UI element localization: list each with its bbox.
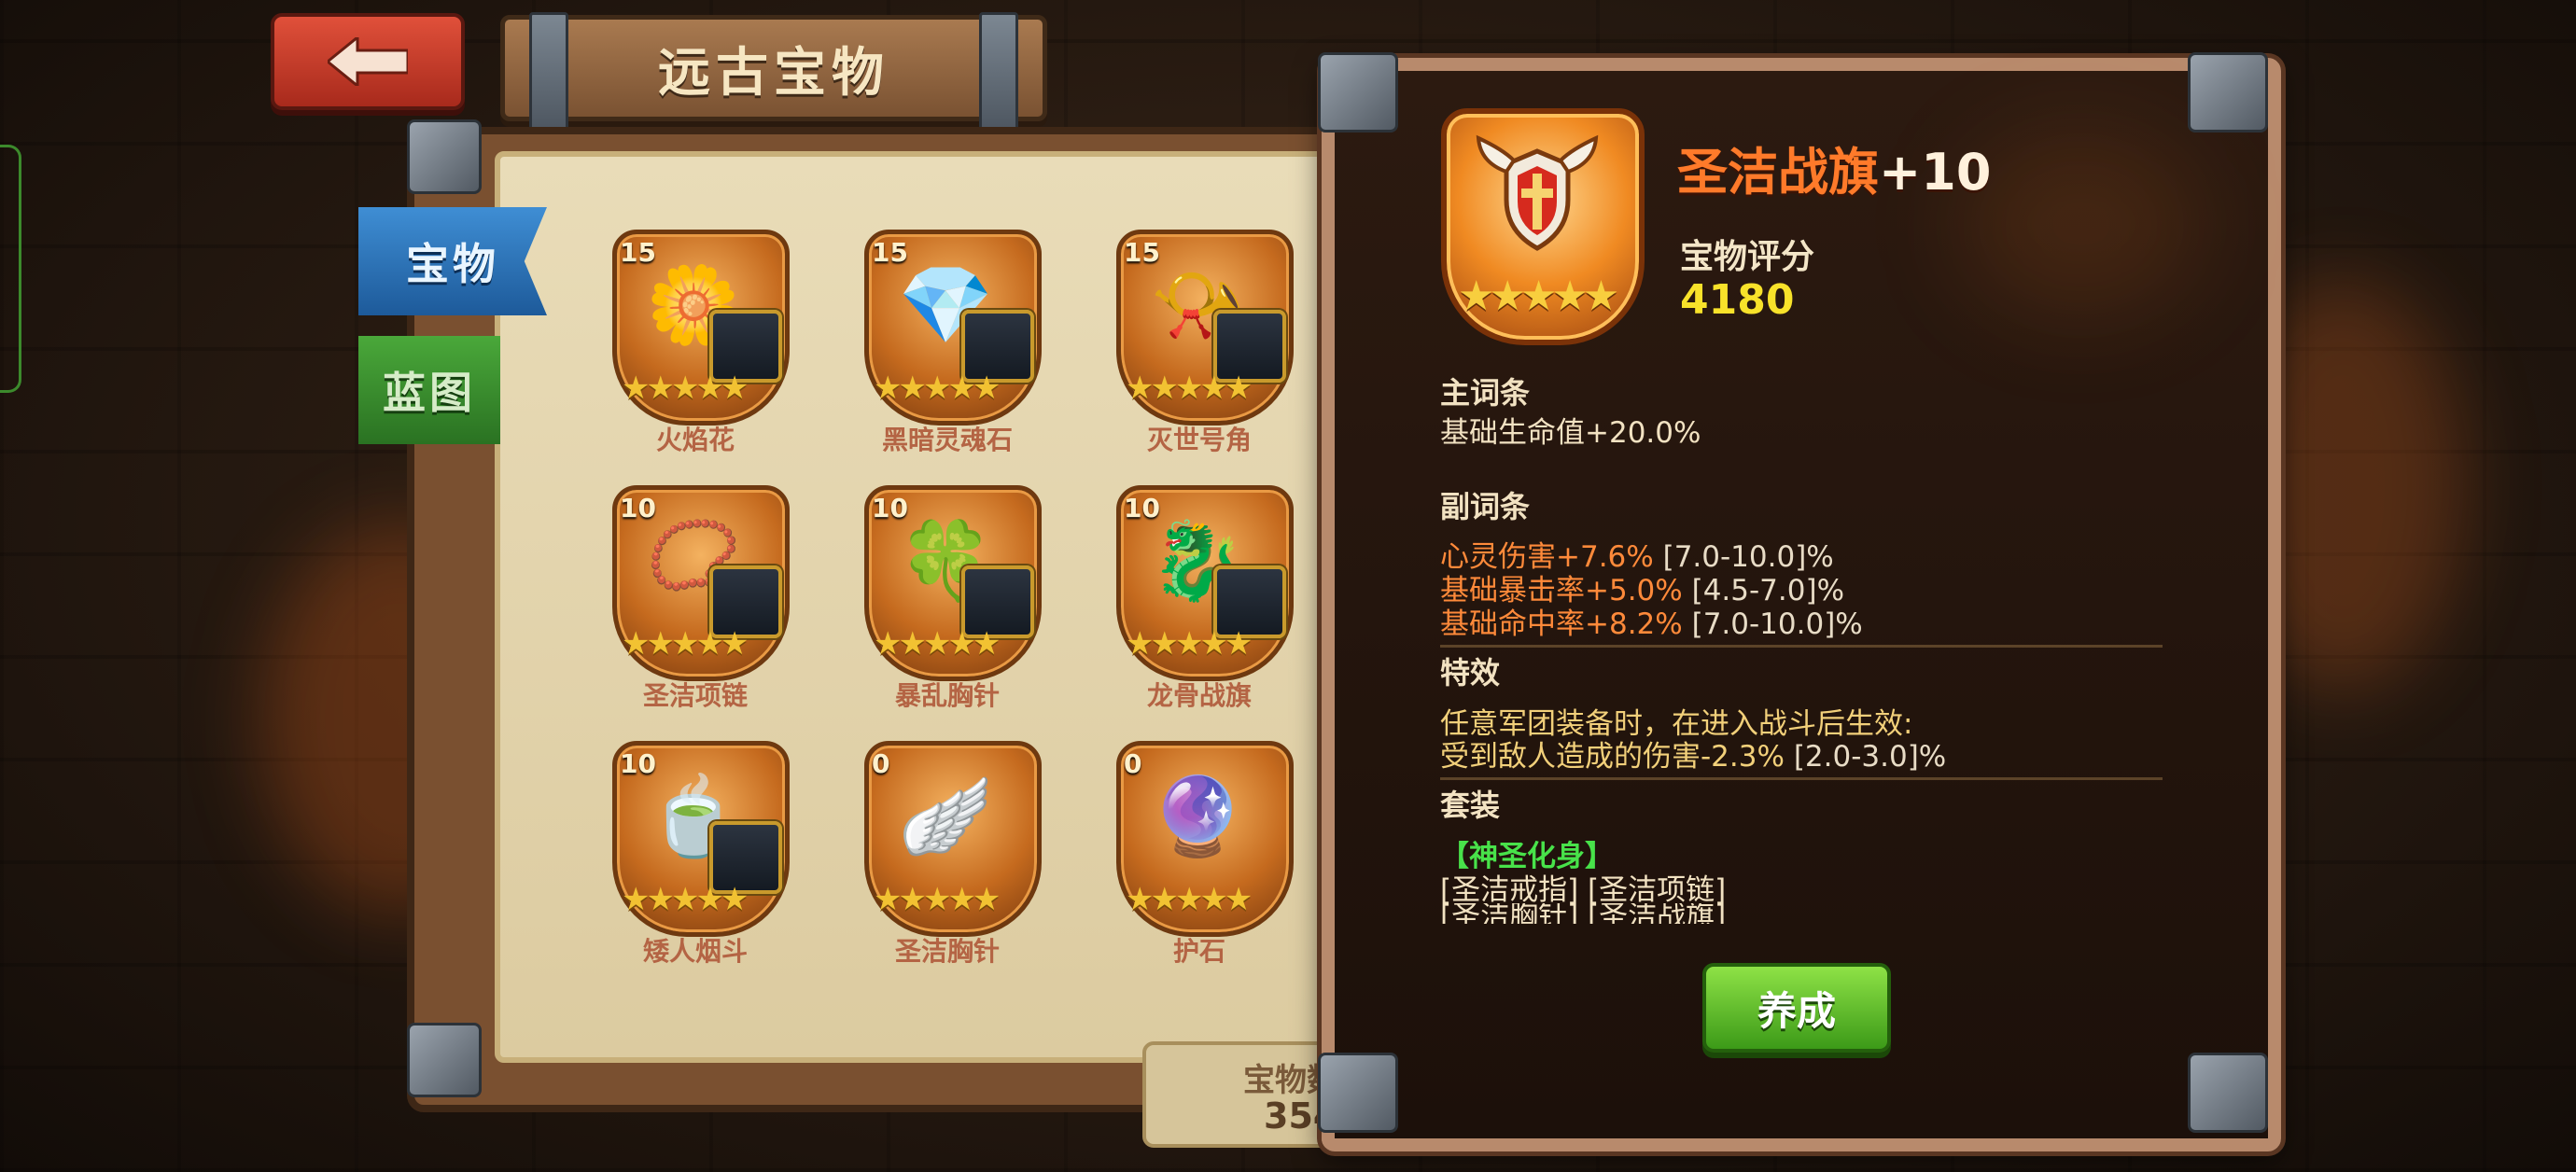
left-side-panel-edge (0, 145, 21, 393)
set-items: [圣洁胸针] [圣洁战旗] (1440, 903, 1727, 924)
item-title-name: 圣洁战旗 (1677, 143, 1879, 202)
star-rating-icon: ★★★★★ (622, 881, 749, 918)
treasure-item-flame-flower[interactable]: 15 🌼 ★★★★★ 火焰花 (607, 230, 793, 491)
frame-corner-icon (407, 119, 482, 194)
star-rating-icon: ★★★★★ (1126, 625, 1253, 663)
frame-corner-icon (407, 1023, 482, 1097)
star-rating-icon: ★★★★★ (622, 625, 749, 663)
effect-line: 受到敌人造成的伤害-2.3% [2.0-3.0]% (1440, 732, 1946, 774)
sub-attr-range: [7.0-10.0]% (1691, 607, 1863, 641)
sub-attr-heading: 副词条 (1440, 489, 1531, 524)
tab-blueprint[interactable]: 蓝图 (358, 336, 500, 444)
treasure-item-dragonbone-banner[interactable]: 10 🐉 ★★★★★ 龙骨战旗 (1111, 485, 1297, 746)
back-button[interactable] (271, 13, 465, 110)
metal-bracket-icon (979, 12, 1018, 133)
main-attr-value: 基础生命值+20.0% (1440, 416, 1701, 450)
panel-glow (1960, 131, 2203, 317)
sub-attr-value: 基础命中率+8.2% (1440, 607, 1683, 641)
treasure-item-holy-necklace[interactable]: 10 📿 ★★★★★ 圣洁项链 (607, 485, 793, 746)
star-rating-icon: ★★★★★ (874, 625, 1001, 663)
item-name: 护石 (1172, 936, 1225, 967)
effect-value: 受到敌人造成的伤害-2.3% (1440, 740, 1785, 774)
item-name: 矮人烟斗 (642, 936, 748, 967)
effect-heading: 特效 (1440, 655, 1501, 691)
star-rating-icon: ★★★★★ (1126, 881, 1253, 918)
title-banner: 远古宝物 (500, 12, 1047, 133)
metal-bracket-icon (529, 12, 568, 133)
page-title: 远古宝物 (658, 42, 889, 104)
cultivate-button[interactable]: 养成 (1702, 963, 1891, 1053)
treasure-item-dark-soul-stone[interactable]: 15 💎 ★★★★★ 黑暗灵魂石 (859, 230, 1045, 491)
star-rating-icon: ★★★★★ (874, 881, 1001, 918)
frame-corner-icon (1318, 1053, 1398, 1133)
item-name: 龙骨战旗 (1146, 680, 1252, 711)
frame-corner-icon (1318, 52, 1398, 133)
holy-brooch-icon: 🪽 (897, 773, 994, 861)
frame-corner-icon (2188, 1053, 2268, 1133)
star-rating-icon: ★★★★★ (1458, 272, 1619, 320)
item-title-plus: +10 (1879, 143, 1992, 202)
guard-stone-icon: 🔮 (1149, 773, 1246, 861)
tab-blueprint-label: 蓝图 (383, 368, 476, 418)
treasure-item-guard-stone[interactable]: 0 🔮 ★★★★★ 护石 (1111, 741, 1297, 1002)
main-attr-heading: 主词条 (1440, 375, 1531, 411)
star-rating-icon: ★★★★★ (1126, 370, 1253, 407)
star-rating-icon: ★★★★★ (622, 370, 749, 407)
item-name: 圣洁胸针 (894, 936, 1000, 967)
frame-corner-icon (2188, 52, 2268, 133)
score-value: 4180 (1680, 276, 1795, 324)
item-title: 圣洁战旗+10 (1677, 131, 1991, 204)
treasure-item-dwarf-pipe[interactable]: 10 🍵 ★★★★★ 矮人烟斗 (607, 741, 793, 1002)
item-name: 灭世号角 (1146, 425, 1252, 455)
winged-shield-icon (1476, 134, 1599, 251)
star-rating-icon: ★★★★★ (874, 370, 1001, 407)
item-name: 火焰花 (655, 425, 735, 455)
set-items: [圣洁戒指] [圣洁项链] (1440, 873, 1727, 907)
item-name: 黑暗灵魂石 (881, 425, 1013, 455)
divider (1440, 645, 2163, 648)
holy-banner-icon: ★★★★★ (1441, 108, 1645, 345)
sub-attr-row: 基础命中率+8.2% [7.0-10.0]% (1440, 600, 1863, 642)
set-heading: 套装 (1440, 788, 1501, 823)
set-items-scroll-clip: [圣洁胸针] [圣洁战旗] (1440, 903, 2131, 924)
score-label: 宝物评分 (1680, 238, 1815, 276)
cultivate-button-label: 养成 (1757, 987, 1836, 1034)
effect-range: [2.0-3.0]% (1793, 740, 1947, 774)
tab-treasure-label: 宝物 (406, 239, 499, 289)
divider (1440, 777, 2163, 780)
treasure-item-doom-horn[interactable]: 15 📯 ★★★★★ 灭世号角 (1111, 230, 1297, 491)
back-arrow-icon (328, 37, 408, 86)
item-name: 暴乱胸针 (894, 680, 1000, 711)
item-name: 圣洁项链 (642, 680, 748, 711)
treasure-item-holy-brooch[interactable]: 0 🪽 ★★★★★ 圣洁胸针 (859, 741, 1045, 1002)
tab-treasure[interactable]: 宝物 (358, 207, 547, 315)
treasure-item-riot-brooch[interactable]: 10 🍀 ★★★★★ 暴乱胸针 (859, 485, 1045, 746)
